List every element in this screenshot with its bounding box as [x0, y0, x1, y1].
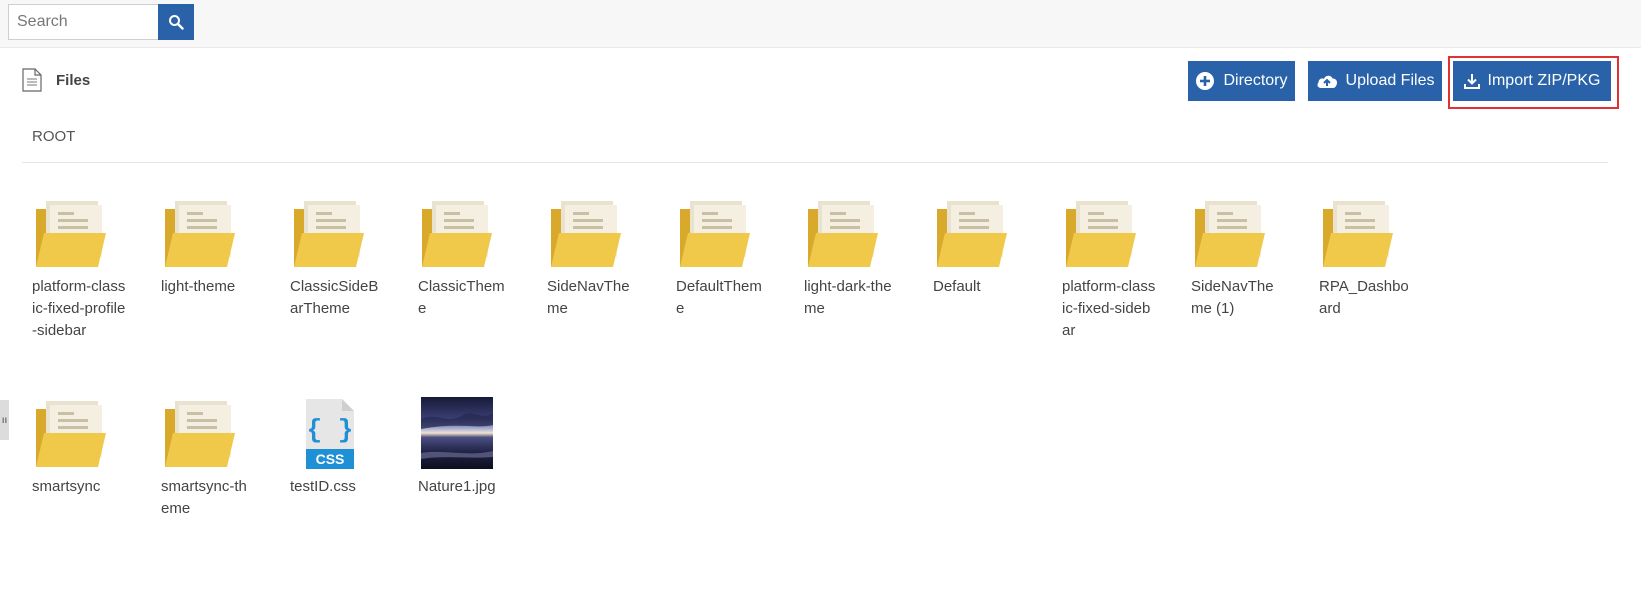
folder-item[interactable]: ClassicThem e: [418, 197, 518, 320]
item-label: ClassicThem e: [418, 278, 505, 317]
folder-item[interactable]: light-dark-the me: [804, 197, 904, 320]
item-label: smartsync: [32, 478, 101, 495]
folder-icon: [808, 201, 878, 267]
folder-item[interactable]: DefaultThem e: [676, 197, 776, 320]
folder-icon: [36, 401, 106, 467]
file-item[interactable]: Nature1.jpg: [418, 397, 518, 498]
upload-files-button[interactable]: Upload Files: [1308, 61, 1442, 101]
import-button-label: Import ZIP/PKG: [1487, 72, 1601, 89]
folder-icon: [36, 201, 106, 267]
add-directory-button[interactable]: Directory: [1188, 61, 1295, 101]
folder-item[interactable]: SideNavThe me: [547, 197, 647, 320]
folder-item[interactable]: SideNavThe me (1): [1191, 197, 1291, 320]
item-label: testID.css: [290, 478, 356, 495]
folder-icon: [1323, 201, 1393, 267]
item-label: DefaultThem e: [676, 278, 762, 317]
item-label: platform-class ic-fixed-sideb ar: [1062, 278, 1156, 339]
item-label: light-dark-the me: [804, 278, 892, 317]
svg-text:CSS: CSS: [316, 451, 345, 467]
folder-icon: [1195, 201, 1265, 267]
item-label: smartsync-th eme: [161, 478, 247, 517]
folder-item[interactable]: light-theme: [161, 197, 261, 298]
item-label: SideNavThe me: [547, 278, 630, 317]
folder-item[interactable]: smartsync: [32, 397, 132, 498]
download-icon: [1463, 74, 1480, 89]
item-label: light-theme: [161, 278, 236, 295]
file-item[interactable]: { } CSS testID.css: [290, 397, 390, 498]
import-zip-button[interactable]: Import ZIP/PKG: [1453, 61, 1611, 101]
svg-text:{ }: { }: [307, 415, 354, 445]
item-label: platform-class ic-fixed-profile -sidebar: [32, 278, 126, 339]
folder-icon: [165, 201, 235, 267]
search-bar: [8, 4, 194, 40]
folder-icon: [165, 401, 235, 467]
folder-item[interactable]: smartsync-th eme: [161, 397, 261, 520]
folder-icon: [1066, 201, 1136, 267]
search-button[interactable]: [158, 4, 194, 40]
document-icon: [22, 68, 42, 92]
folder-icon: [294, 201, 364, 267]
folder-item[interactable]: Default: [933, 197, 1033, 298]
search-input[interactable]: [8, 4, 158, 40]
folder-item[interactable]: platform-class ic-fixed-sideb ar: [1062, 197, 1162, 342]
top-bar: [0, 0, 1641, 48]
sidebar-toggle-handle[interactable]: ıı: [0, 400, 9, 440]
cloud-upload-icon: [1317, 75, 1337, 88]
search-icon: [169, 15, 184, 30]
image-thumbnail: [421, 397, 493, 469]
item-label: Default: [933, 278, 981, 295]
page-title: Files: [56, 71, 91, 89]
item-label: Nature1.jpg: [418, 478, 496, 495]
plus-circle-icon: [1196, 72, 1215, 90]
folder-icon: [551, 201, 621, 267]
divider: [22, 162, 1608, 163]
folder-item[interactable]: platform-class ic-fixed-profile -sidebar: [32, 197, 132, 342]
directory-button-label: Directory: [1223, 72, 1288, 89]
folder-icon: [937, 201, 1007, 267]
upload-button-label: Upload Files: [1345, 72, 1435, 89]
folder-icon: [680, 201, 750, 267]
breadcrumb[interactable]: ROOT: [32, 128, 75, 145]
files-header: Files: [22, 68, 90, 92]
item-label: SideNavThe me (1): [1191, 278, 1274, 317]
folder-item[interactable]: ClassicSideB arTheme: [290, 197, 390, 320]
css-file-icon: { } CSS: [306, 399, 354, 469]
folder-item[interactable]: RPA_Dashbo ard: [1319, 197, 1419, 320]
folder-icon: [422, 201, 492, 267]
item-label: RPA_Dashbo ard: [1319, 278, 1409, 317]
item-label: ClassicSideB arTheme: [290, 278, 379, 317]
